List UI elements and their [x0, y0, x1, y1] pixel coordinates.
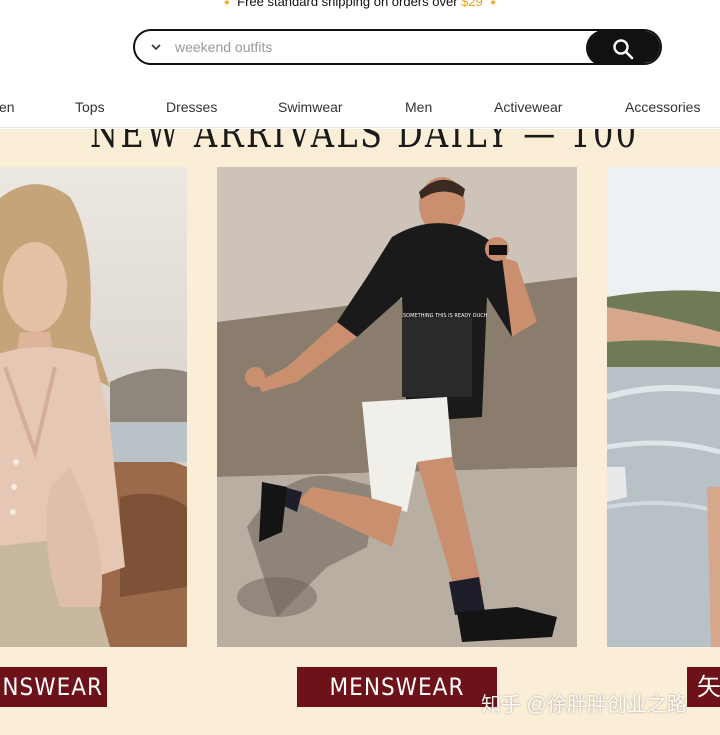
star-icon: ✦ — [488, 0, 498, 9]
menswear-photo: SOMETHING THIS IS READY OUCH — [217, 167, 577, 647]
nav-item-dresses[interactable]: Dresses — [166, 99, 217, 115]
activewear-photo — [607, 167, 720, 647]
star-icon: ✦ — [222, 0, 232, 9]
menswear-card[interactable]: SOMETHING THIS IS READY OUCH — [217, 167, 577, 647]
watermark: 知乎 @徐胖胖创业之路 — [481, 694, 687, 716]
nav-item-activewear[interactable]: Activewear — [494, 99, 562, 115]
new-arrivals-promo: NEW ARRIVALS DAILY — 100 SOMETHING THIS … — [0, 129, 720, 735]
nav-item-men[interactable]: Men — [405, 99, 432, 115]
activewear-label[interactable]: 矢 — [687, 667, 720, 707]
category-nav: en Tops Dresses Swimwear Men Activewear … — [0, 88, 720, 128]
shipping-banner: ✦ Free standard shipping on orders over $… — [0, 0, 720, 12]
search-button[interactable] — [586, 31, 660, 63]
chevron-down-icon[interactable] — [149, 38, 163, 56]
womenswear-photo — [0, 167, 187, 647]
search-input[interactable] — [175, 31, 615, 63]
activewear-card[interactable] — [607, 167, 720, 647]
search-icon — [613, 39, 634, 60]
search-bar — [133, 29, 662, 65]
shipping-text: Free standard shipping on orders over — [237, 0, 458, 9]
shirt-print-text: SOMETHING THIS IS READY OUCH — [403, 313, 488, 319]
womenswear-card[interactable] — [0, 167, 187, 647]
nav-item-swimwear[interactable]: Swimwear — [278, 99, 343, 115]
shipping-amount: $29 — [461, 0, 483, 9]
menswear-label[interactable]: MENSWEAR — [297, 667, 497, 707]
nav-item-tops[interactable]: Tops — [75, 99, 105, 115]
nav-item-women[interactable]: en — [0, 99, 15, 115]
nav-item-accessories[interactable]: Accessories — [625, 99, 700, 115]
womenswear-label[interactable]: NSWEAR — [0, 667, 107, 707]
promo-headline: NEW ARRIVALS DAILY — 100 — [90, 129, 639, 157]
